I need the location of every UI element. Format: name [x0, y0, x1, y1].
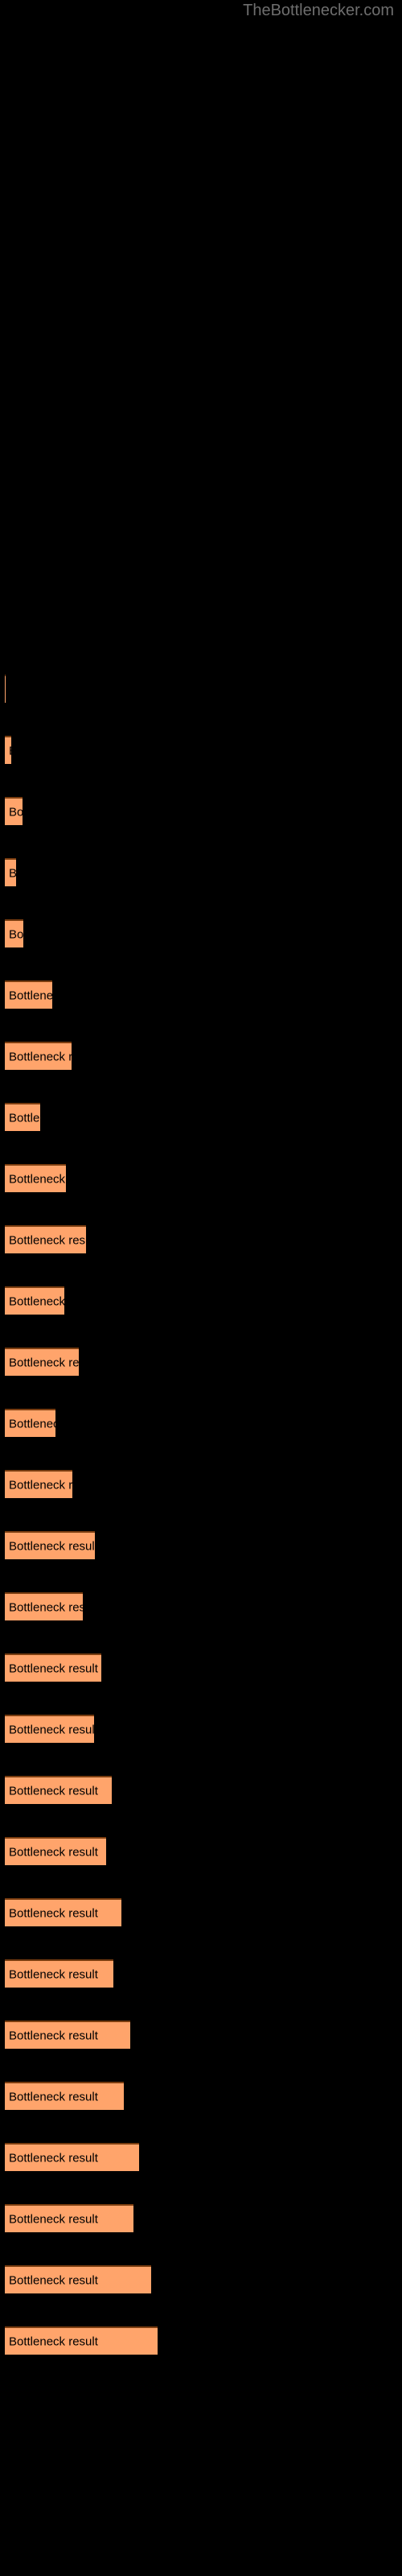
bar-row: Bottleneck result	[0, 1592, 402, 1620]
bar[interactable]: Bottleneck result	[5, 1592, 83, 1620]
bar[interactable]: Bottleneck result	[5, 2143, 139, 2171]
bar-row: Bottleneck result	[0, 980, 402, 1009]
bar-row: Bottleneck result	[0, 1103, 402, 1131]
bar[interactable]: Bottleneck result	[5, 2021, 130, 2049]
bar[interactable]: Bottleneck result	[5, 1286, 64, 1315]
bar-row: Bottleneck result	[0, 1470, 402, 1498]
bar-row: Bottleneck result	[0, 1898, 402, 1926]
bar-label: Bottleneck result	[9, 1417, 55, 1430]
bar[interactable]: Bottleneck result	[5, 2204, 133, 2232]
bar-row: Bottleneck result	[0, 2265, 402, 2293]
bar-label: Bottleneck result	[9, 2029, 98, 2042]
bar-row: Bottleneck result	[0, 1286, 402, 1315]
bar-label: Bottleneck result	[9, 1906, 98, 1920]
bar-row: Bottleneck result	[0, 1715, 402, 1743]
bar-row: Bottleneck result	[0, 919, 402, 947]
bar-row: Bottleneck result	[0, 2143, 402, 2171]
bar-row: Bottleneck result	[0, 1042, 402, 1070]
bar-row: Bottleneck result	[0, 736, 402, 764]
bar-row: Bottleneck result	[0, 1959, 402, 1988]
bar-row: Bottleneck result	[0, 1531, 402, 1559]
bar-row: Bottleneck result	[0, 2326, 402, 2355]
bar-row: Bottleneck result	[0, 858, 402, 886]
bar-label: Bottleneck result	[9, 1662, 98, 1675]
bar-label: Bottleneck result	[9, 1967, 98, 1981]
bar[interactable]: Bottleneck result	[5, 1409, 55, 1437]
bar-label: Bottleneck result	[9, 1478, 72, 1492]
bar[interactable]: Bottleneck result	[5, 1959, 113, 1988]
bar[interactable]: Bottleneck result	[5, 1715, 94, 1743]
bar-row: Bottleneck result	[0, 1164, 402, 1192]
bar-label: Bottleneck result	[9, 1784, 98, 1798]
bar-label: Bottleneck result	[9, 2273, 98, 2287]
bar[interactable]: Bottleneck result	[5, 2082, 124, 2110]
bar-label: Bottleneck result	[9, 2212, 98, 2226]
bar-label: Bottleneck result	[9, 1172, 66, 1186]
bar[interactable]: Bottleneck result	[5, 1164, 66, 1192]
bar-label: Bottleneck result	[9, 1111, 40, 1125]
bar-label: Bottleneck result	[9, 805, 23, 819]
bar[interactable]: Bottleneck result	[5, 1225, 86, 1253]
bar[interactable]: Bottleneck result	[5, 797, 23, 825]
bar-label: Bottleneck result	[9, 745, 11, 757]
bar-label: Bottleneck result	[9, 1600, 83, 1614]
bar[interactable]: Bottleneck result	[5, 1898, 121, 1926]
bar[interactable]: Bottleneck result	[5, 2265, 151, 2293]
bar-label: Bottleneck result	[9, 1539, 95, 1553]
bar[interactable]: Bottleneck result	[5, 675, 6, 703]
bar[interactable]: Bottleneck result	[5, 1653, 101, 1682]
bar-label: Bottleneck result	[9, 2334, 98, 2348]
bar-row: Bottleneck result	[0, 2021, 402, 2049]
chart-page: TheBottlenecker.com Bottleneck resultBot…	[0, 0, 402, 2576]
bar-label: Bottleneck result	[9, 1294, 64, 1308]
bar[interactable]: Bottleneck result	[5, 980, 52, 1009]
bar-label: Bottleneck result	[9, 1845, 98, 1859]
bar-label: Bottleneck result	[9, 2090, 98, 2103]
bar[interactable]: Bottleneck result	[5, 736, 11, 764]
bar-label: Bottleneck result	[9, 1233, 86, 1247]
bar[interactable]: Bottleneck result	[5, 1776, 112, 1804]
bar-row: Bottleneck result	[0, 1348, 402, 1376]
bar[interactable]: Bottleneck result	[5, 1837, 106, 1865]
bar-row: Bottleneck result	[0, 1653, 402, 1682]
bar-row: Bottleneck result	[0, 2204, 402, 2232]
bar[interactable]: Bottleneck result	[5, 1103, 40, 1131]
bar-row: Bottleneck result	[0, 675, 402, 703]
bar[interactable]: Bottleneck result	[5, 1348, 79, 1376]
bar-chart-plot-area: Bottleneck result Bottleneck result Bottle…	[0, 0, 402, 2576]
bar-row: Bottleneck result	[0, 1409, 402, 1437]
bar-label: Bottleneck result	[9, 1723, 94, 1736]
bar[interactable]: Bottleneck result	[5, 2326, 158, 2355]
bar-label: Bottleneck result	[9, 867, 16, 879]
bar-row: Bottleneck result	[0, 1776, 402, 1804]
bar[interactable]: Bottleneck result	[5, 1042, 72, 1070]
bar-label: Bottleneck result	[9, 1050, 72, 1063]
bar-row: Bottleneck result	[0, 797, 402, 825]
bar-label: Bottleneck result	[9, 2151, 98, 2165]
bar-label: Bottleneck result	[9, 927, 23, 941]
bar[interactable]: Bottleneck result	[5, 858, 16, 886]
bar-row: Bottleneck result	[0, 1837, 402, 1865]
bar[interactable]: Bottleneck result	[5, 1531, 95, 1559]
bar[interactable]: Bottleneck result	[5, 1470, 72, 1498]
bar-label: Bottleneck result	[9, 1356, 79, 1369]
bar-label: Bottleneck result	[9, 989, 52, 1002]
bar[interactable]: Bottleneck result	[5, 919, 23, 947]
bar-row: Bottleneck result	[0, 2082, 402, 2110]
bar-row: Bottleneck result	[0, 1225, 402, 1253]
